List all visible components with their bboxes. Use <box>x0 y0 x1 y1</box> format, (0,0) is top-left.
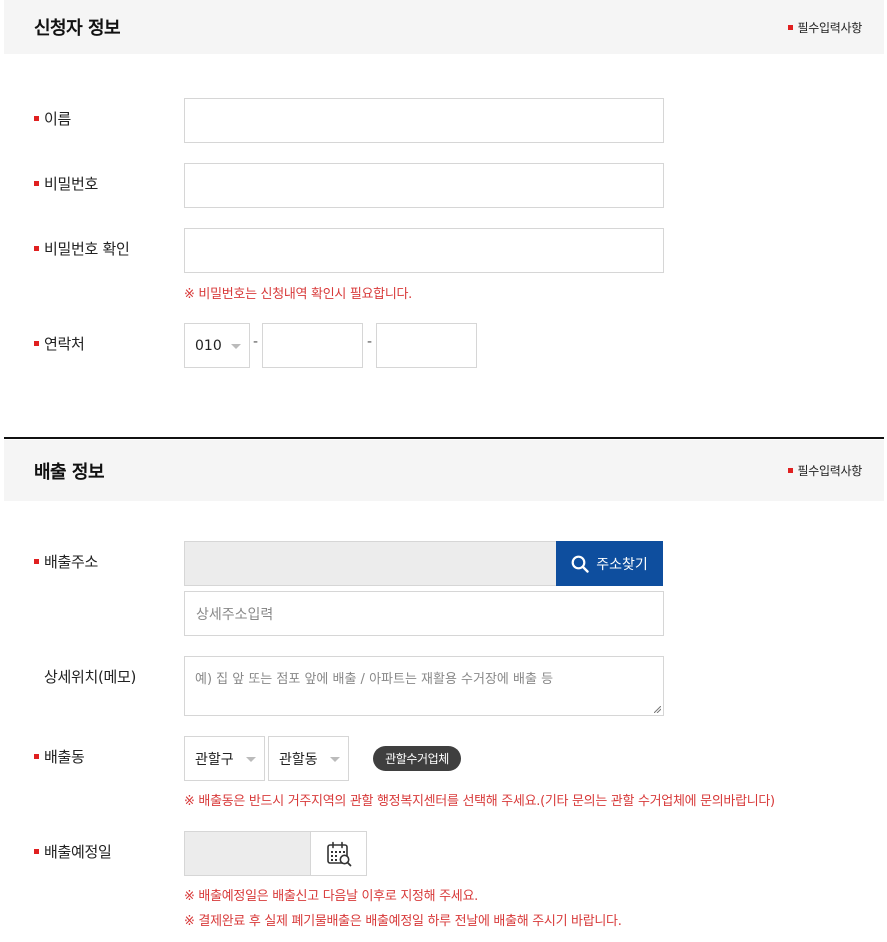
dong-select-value: 관할동 <box>279 751 318 768</box>
required-marker-icon <box>34 341 39 346</box>
chevron-down-icon <box>330 756 340 762</box>
required-marker-icon <box>34 181 39 186</box>
contact-label: 연락처 <box>34 333 85 354</box>
chevron-down-icon <box>246 756 256 762</box>
applicant-section-title: 신청자 정보 <box>34 18 121 39</box>
contact-prefix-value: 010 <box>195 337 222 354</box>
detail-address-input[interactable]: 상세주소입력 <box>184 591 664 636</box>
dong-select[interactable]: 관할동 <box>268 736 349 781</box>
applicant-section-header: 신청자 정보 필수입력사항 <box>4 0 884 54</box>
address-label-text: 배출주소 <box>44 553 99 571</box>
name-label: 이름 <box>34 108 71 129</box>
required-note: 필수입력사항 <box>787 19 863 36</box>
contact-label-text: 연락처 <box>44 335 85 353</box>
contact-prefix-select[interactable]: 010 <box>184 323 250 368</box>
address-input[interactable] <box>184 541 557 586</box>
detail-address-placeholder: 상세주소입력 <box>196 606 274 623</box>
calendar-button[interactable] <box>310 831 367 876</box>
password-input[interactable] <box>184 163 664 208</box>
required-note-text: 필수입력사항 <box>797 464 863 478</box>
password-notice: ※ 비밀번호는 신청내역 확인시 필요합니다. <box>184 287 412 302</box>
memo-label: 상세위치(메모) <box>44 666 136 687</box>
date-notice-1: ※ 배출예정일은 배출신고 다음날 이후로 지정해 주세요. <box>184 889 478 904</box>
password-confirm-input[interactable] <box>184 228 664 273</box>
memo-textarea[interactable]: 예) 집 앞 또는 점포 앞에 배출 / 아파트는 재활용 수거장에 배출 등 <box>184 656 664 716</box>
address-search-button[interactable]: 주소찾기 <box>556 541 663 586</box>
section-divider <box>4 437 884 439</box>
password-confirm-label-text: 비밀번호 확인 <box>44 240 130 258</box>
calendar-icon <box>326 841 351 866</box>
name-input[interactable] <box>184 98 664 143</box>
required-note: 필수입력사항 <box>787 462 863 479</box>
contact-middle-input[interactable] <box>262 323 363 368</box>
required-marker-icon <box>34 246 39 251</box>
gu-select-value: 관할구 <box>195 751 234 768</box>
district-notice: ※ 배출동은 반드시 거주지역의 관할 행정복지센터를 선택해 주세요.(기타 … <box>184 794 775 809</box>
required-note-text: 필수입력사항 <box>797 20 863 35</box>
required-marker-icon <box>34 754 39 759</box>
required-marker-icon <box>34 849 39 854</box>
date-label-text: 배출예정일 <box>44 843 112 861</box>
gu-select[interactable]: 관할구 <box>184 736 265 781</box>
name-label-text: 이름 <box>44 110 72 128</box>
contact-dash-2: - <box>367 334 373 350</box>
emission-section-header: 배출 정보 필수입력사항 <box>4 440 884 501</box>
chevron-down-icon <box>231 343 241 349</box>
date-input[interactable] <box>184 831 310 876</box>
password-label: 비밀번호 <box>34 173 98 194</box>
required-marker-icon <box>787 24 793 30</box>
required-marker-icon <box>787 468 793 473</box>
resize-grip-icon[interactable] <box>654 706 661 713</box>
date-label: 배출예정일 <box>34 841 112 862</box>
contact-dash-1: - <box>253 334 259 350</box>
memo-label-text: 상세위치(메모) <box>44 668 137 686</box>
emission-section-title: 배출 정보 <box>34 461 105 483</box>
district-label: 배출동 <box>34 746 85 767</box>
password-label-text: 비밀번호 <box>44 175 99 193</box>
address-search-button-label: 주소찾기 <box>596 556 648 573</box>
memo-placeholder: 예) 집 앞 또는 점포 앞에 배출 / 아파트는 재활용 수거장에 배출 등 <box>195 672 554 687</box>
required-marker-icon <box>34 559 39 564</box>
address-label: 배출주소 <box>34 551 98 572</box>
contact-last-input[interactable] <box>376 323 477 368</box>
required-marker-icon <box>34 116 39 121</box>
collector-button[interactable]: 관할수거업체 <box>373 746 461 771</box>
password-confirm-label: 비밀번호 확인 <box>34 238 130 259</box>
date-notice-2: ※ 결제완료 후 실제 폐기물배출은 배출예정일 하루 전날에 배출해 주시기 … <box>184 914 622 929</box>
district-label-text: 배출동 <box>44 748 85 766</box>
search-icon <box>571 555 589 573</box>
